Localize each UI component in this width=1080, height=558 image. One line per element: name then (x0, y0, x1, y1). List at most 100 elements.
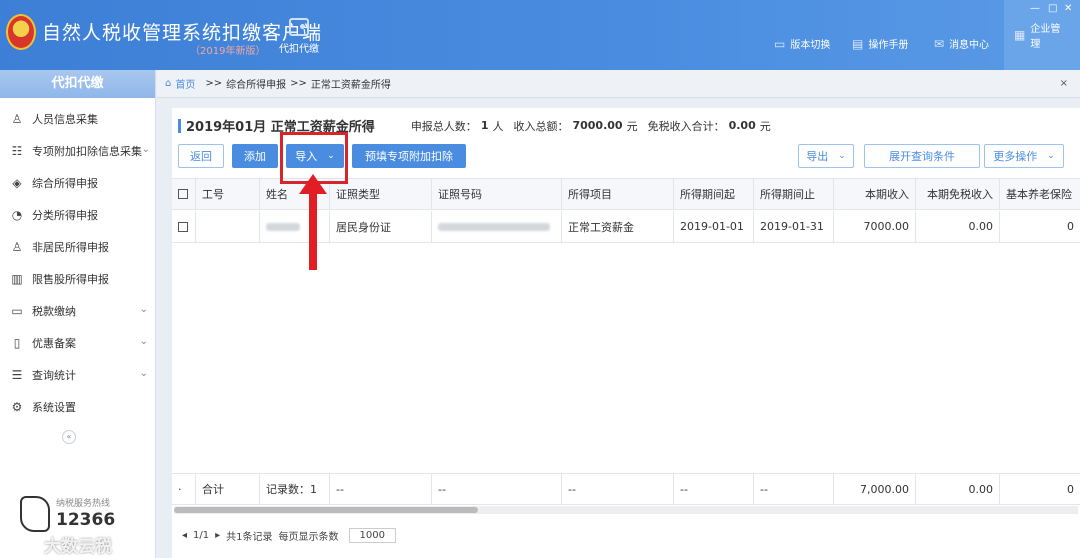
chevron-down-icon: ⌄ (139, 304, 148, 315)
nav-version-switch[interactable]: ▭ 版本切换 (774, 36, 830, 52)
more-actions-button[interactable]: 更多操作 ⌄ (984, 144, 1064, 168)
chevron-down-icon: ⌄ (139, 368, 148, 379)
cell-employee-no (196, 211, 260, 242)
breadcrumb-level1[interactable]: 综合所得申报 (226, 76, 286, 91)
sidebar-item-nonresident[interactable]: ♙ 非居民所得申报 (0, 232, 156, 262)
col-header[interactable]: 本期收入 (834, 179, 916, 209)
bar-chart-icon: ▥ (11, 272, 23, 286)
col-header[interactable]: 所得期间起 (674, 179, 754, 209)
redacted-name (266, 222, 300, 231)
breadcrumb-sep: >> (205, 78, 223, 89)
tax-emblem-icon (6, 14, 36, 50)
sidebar-item-restricted-stock[interactable]: ▥ 限售股所得申报 (0, 264, 156, 294)
cell-exempt: 0.00 (916, 211, 1000, 242)
cell-end: 2019-01-31 (754, 211, 834, 242)
collapse-sidebar-icon[interactable]: « (62, 430, 76, 444)
title-accent (178, 118, 181, 133)
total-exempt: 0.00 (728, 119, 756, 132)
sidebar-item-person-info[interactable]: ♙ 人员信息采集 (0, 104, 156, 134)
back-button[interactable]: 返回 (178, 144, 224, 168)
redacted-id (438, 222, 550, 231)
list-icon: ☷ (11, 144, 23, 158)
page-prev-icon[interactable]: ◂ (182, 530, 187, 541)
select-all-checkbox[interactable] (178, 189, 188, 199)
cell-id-number (432, 211, 562, 242)
col-header[interactable]: 证照号码 (432, 179, 562, 209)
home-icon: ⌂ (165, 78, 172, 89)
search-list-icon: ☰ (11, 368, 23, 382)
hotline-logo-icon (20, 496, 50, 532)
main-panel: 2019年01月 正常工资薪金所得 申报总人数： 1 人 收入总额： 7000.… (172, 108, 1080, 558)
col-header[interactable]: 基本养老保险 (1000, 179, 1080, 209)
sidebar-item-settings[interactable]: ⚙ 系统设置 (0, 392, 156, 422)
footer-income: 7,000.00 (834, 474, 916, 504)
hotline-number: 12366 (56, 510, 116, 530)
sidebar-item-comprehensive[interactable]: ◈ 综合所得申报 (0, 168, 156, 198)
chevron-down-icon: ⌄ (139, 336, 148, 347)
maximize-icon[interactable]: □ (1048, 3, 1057, 14)
col-header[interactable]: 本期免税收入 (916, 179, 1000, 209)
cell-item: 正常工资薪金 (562, 211, 674, 242)
manual-icon: ▤ (852, 36, 864, 51)
sidebar-item-special-deduction[interactable]: ☷ 专项附加扣除信息采集 ⌄ (0, 136, 156, 166)
arrow-up-icon (299, 174, 327, 270)
expand-query-button[interactable]: 展开查询条件 (864, 144, 980, 168)
sidebar-item-classified[interactable]: ◔ 分类所得申报 (0, 200, 156, 230)
module-label: 代扣代缴 (279, 44, 319, 55)
chevron-down-icon: ⌄ (838, 151, 846, 161)
chevron-down-icon: ⌄ (141, 144, 150, 155)
col-header[interactable]: 所得期间止 (754, 179, 834, 209)
gear-icon: ⚙ (11, 400, 23, 414)
sidebar-item-query[interactable]: ☰ 查询统计 ⌄ (0, 360, 156, 390)
wallet-icon (289, 18, 309, 36)
scrollbar-thumb[interactable] (174, 507, 478, 513)
close-icon[interactable]: ✕ (1064, 3, 1072, 14)
cell-income: 7000.00 (834, 211, 916, 242)
page-next-icon[interactable]: ▸ (215, 530, 220, 541)
page-indicator: 1/1 (193, 530, 210, 541)
per-page-label: 每页显示条数 (278, 532, 339, 543)
person-icon: ♙ (11, 112, 23, 126)
enterprise-icon: ▦ (1014, 28, 1026, 42)
sidebar-item-preferential[interactable]: ▯ 优惠备案 ⌄ (0, 328, 156, 358)
document-icon: ▯ (13, 336, 21, 350)
total-people: 1 (480, 119, 489, 132)
row-checkbox[interactable] (178, 221, 188, 232)
layers-icon: ◈ (12, 176, 22, 190)
breadcrumb-sep: >> (290, 78, 307, 89)
cell-id-type: 居民身份证 (330, 211, 432, 242)
per-page-select[interactable]: 1000 (348, 528, 396, 543)
nav-message-center[interactable]: ✉ 消息中心 (934, 36, 989, 52)
summary-bar: 2019年01月 正常工资薪金所得 申报总人数： 1 人 收入总额： 7000.… (178, 116, 781, 135)
breadcrumb-home[interactable]: 首页 (175, 76, 195, 91)
mail-icon: ✉ (934, 36, 945, 51)
person-icon: ♙ (11, 240, 23, 254)
breadcrumb: ⌂ 首页 >> 综合所得申报 >> 正常工资薪金所得 × (157, 70, 1080, 98)
prefill-deduction-button[interactable]: 预填专项附加扣除 (352, 144, 466, 168)
record-count: 共1条记录 (226, 532, 273, 543)
breadcrumb-level2: 正常工资薪金所得 (310, 80, 391, 91)
col-header[interactable]: 所得项目 (562, 179, 674, 209)
wallet-icon: ▭ (11, 304, 23, 318)
footer-pension: 0 (1067, 482, 1074, 496)
col-header[interactable]: 工号 (196, 179, 260, 209)
cell-pension: 0 (1067, 220, 1074, 233)
watermark: 大数云税 (44, 537, 112, 557)
horizontal-scrollbar[interactable] (174, 506, 1078, 514)
pie-icon: ◔ (11, 208, 23, 222)
version-switch-icon: ▭ (774, 36, 786, 51)
app-version: （2019年新版） (190, 46, 266, 57)
nav-manual[interactable]: ▤ 操作手册 (852, 36, 908, 52)
close-tab-icon[interactable]: × (1060, 78, 1068, 89)
app-header: 自然人税收管理系统扣缴客户端 （2019年新版） 代扣代缴 ▭ 版本切换 ▤ 操… (0, 0, 1080, 70)
add-button[interactable]: 添加 (232, 144, 278, 168)
hotline-label: 纳税服务热线 (56, 499, 111, 509)
table-footer: · 合计 记录数：1 -- -- -- -- -- 7,000.00 0.00 … (172, 473, 1080, 505)
minimize-icon[interactable]: — (1030, 3, 1040, 14)
cell-name (260, 211, 330, 242)
footer-count: 记录数：1 (260, 474, 330, 504)
module-withholding[interactable]: 代扣代缴 (274, 18, 324, 55)
export-button[interactable]: 导出 ⌄ (798, 144, 854, 168)
sidebar-item-tax-payment[interactable]: ▭ 税款缴纳 ⌄ (0, 296, 156, 326)
chevron-down-icon: ⌄ (1047, 151, 1055, 161)
